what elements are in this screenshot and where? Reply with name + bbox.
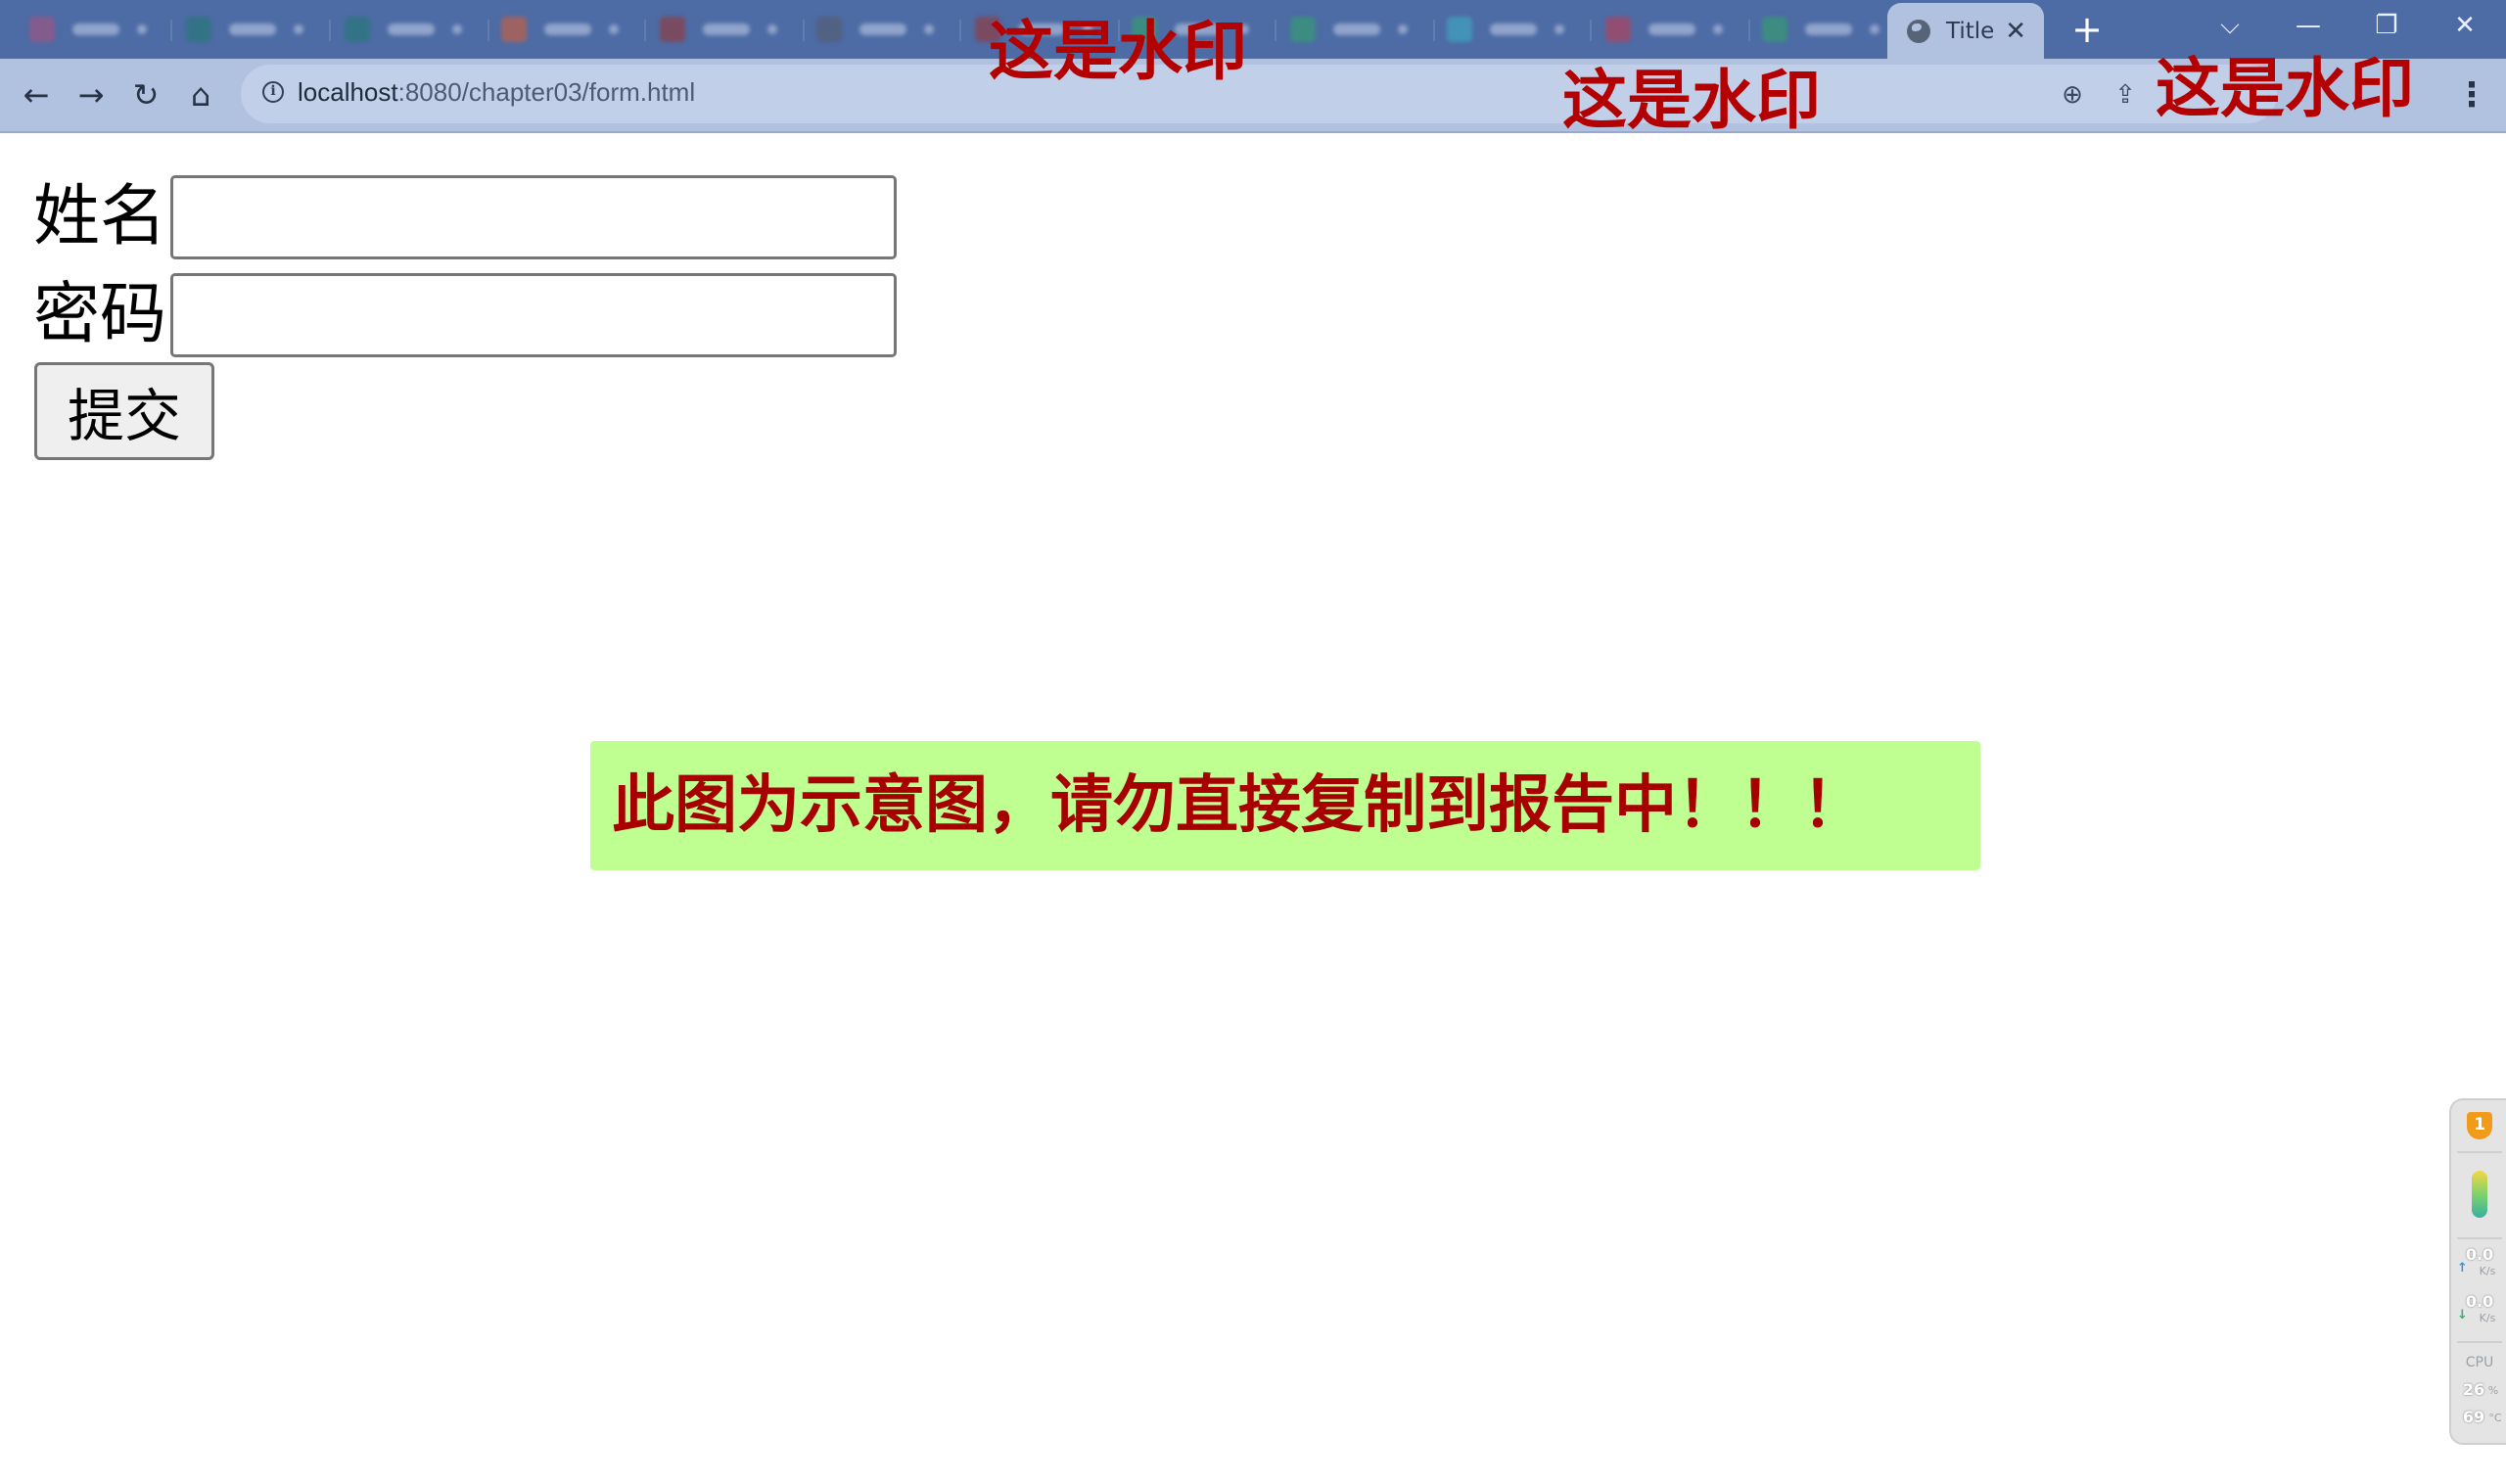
background-tab[interactable] [345,12,462,47]
name-label: 姓名 [33,178,167,255]
memory-gauge-icon [2472,1171,2487,1218]
close-window-button[interactable]: ✕ [2436,4,2494,47]
tab-list-button[interactable]: ⌵ [2201,4,2259,47]
reload-button[interactable]: ↻ [125,74,166,116]
home-button[interactable]: ⌂ [180,74,221,116]
share-icon[interactable]: ⇪ [2109,78,2142,112]
password-row: 密码 [33,273,898,357]
tab-favicon-icon [29,17,55,42]
background-tab[interactable] [1762,12,1880,47]
notice-banner: 此图为示意图，请勿直接复制到报告中！！！ [590,741,1980,870]
watermark: 这是水印 [1562,63,1821,138]
tab-favicon-icon [1447,17,1472,42]
tab-favicon-icon [1290,17,1316,42]
background-tab[interactable] [660,12,777,47]
background-tab[interactable] [501,12,619,47]
download-unit: K/s [2479,1312,2496,1324]
password-input[interactable] [170,273,898,357]
tab-favicon-icon [660,17,685,42]
site-info-icon[interactable]: i [262,81,284,103]
active-tab[interactable]: Title ✕ [1887,3,2044,59]
globe-icon [1907,19,1930,43]
name-input[interactable] [170,175,898,259]
cpu-label: CPU [2465,1355,2494,1370]
tab-close-icon[interactable]: ✕ [2005,19,2026,44]
temperature-unit: °C [2488,1412,2502,1424]
submit-button[interactable]: 提交 [34,362,214,460]
tab-favicon-icon [345,17,370,42]
tab-favicon-icon [501,17,527,42]
address-bar[interactable]: i localhost:8080/chapter03/form.html ⊕ ⇪ [241,65,2277,123]
tab-favicon-icon [816,17,842,42]
watermark: 这是水印 [2156,51,2414,126]
tab-favicon-icon [1762,17,1787,42]
browser-menu-icon[interactable]: ⋮ [2455,74,2488,116]
background-tab[interactable] [1447,12,1564,47]
background-tab[interactable] [816,12,934,47]
background-tab[interactable] [29,12,147,47]
minimize-button[interactable]: — [2279,4,2338,47]
cpu-unit: % [2487,1384,2499,1397]
background-tab[interactable] [186,12,303,47]
forward-button[interactable]: → [70,74,112,116]
url-text[interactable]: localhost:8080/chapter03/form.html [298,77,695,108]
back-button[interactable]: ← [16,74,57,116]
zoom-icon[interactable]: ⊕ [2056,78,2089,112]
tab-strip: Title ✕ + ⌵ — ❐ ✕ [0,0,2506,59]
restore-button[interactable]: ❐ [2357,4,2416,47]
name-row: 姓名 [33,175,898,259]
tab-favicon-icon [186,17,211,42]
tab-favicon-icon [1605,17,1631,42]
password-label: 密码 [33,276,167,353]
new-tab-button[interactable]: + [2067,10,2107,49]
watermark: 这是水印 [989,14,1247,89]
browser-toolbar: ← → ↻ ⌂ i localhost:8080/chapter03/form.… [0,59,2506,133]
system-monitor-widget[interactable]: 1 0.0 ↑ K/s 0.0 ↓ K/s CPU 26 % 69 °C [2449,1098,2506,1445]
tab-title: Title [1946,18,1995,44]
upload-unit: K/s [2479,1265,2496,1277]
background-tab[interactable] [1290,12,1408,47]
shield-icon[interactable]: 1 [2467,1112,2492,1139]
background-tab[interactable] [1605,12,1723,47]
